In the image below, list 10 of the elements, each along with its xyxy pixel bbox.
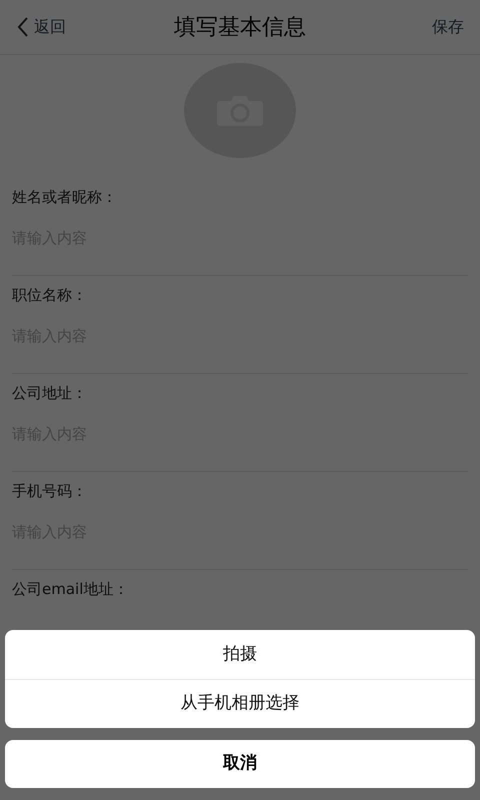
field-label: 姓名或者昵称：	[12, 187, 118, 208]
field-label: 职位名称：	[12, 285, 88, 306]
action-sheet-option[interactable]: 拍摄	[5, 630, 475, 679]
action-sheet-option[interactable]: 从手机相册选择	[5, 679, 475, 728]
cancel-button[interactable]: 取消	[5, 740, 475, 788]
page-title: 填写基本信息	[174, 14, 306, 42]
field-label: 公司email地址：	[12, 579, 130, 600]
back-icon	[16, 16, 30, 38]
field-label: 手机号码：	[12, 481, 88, 502]
field-label: 公司地址：	[12, 383, 88, 404]
